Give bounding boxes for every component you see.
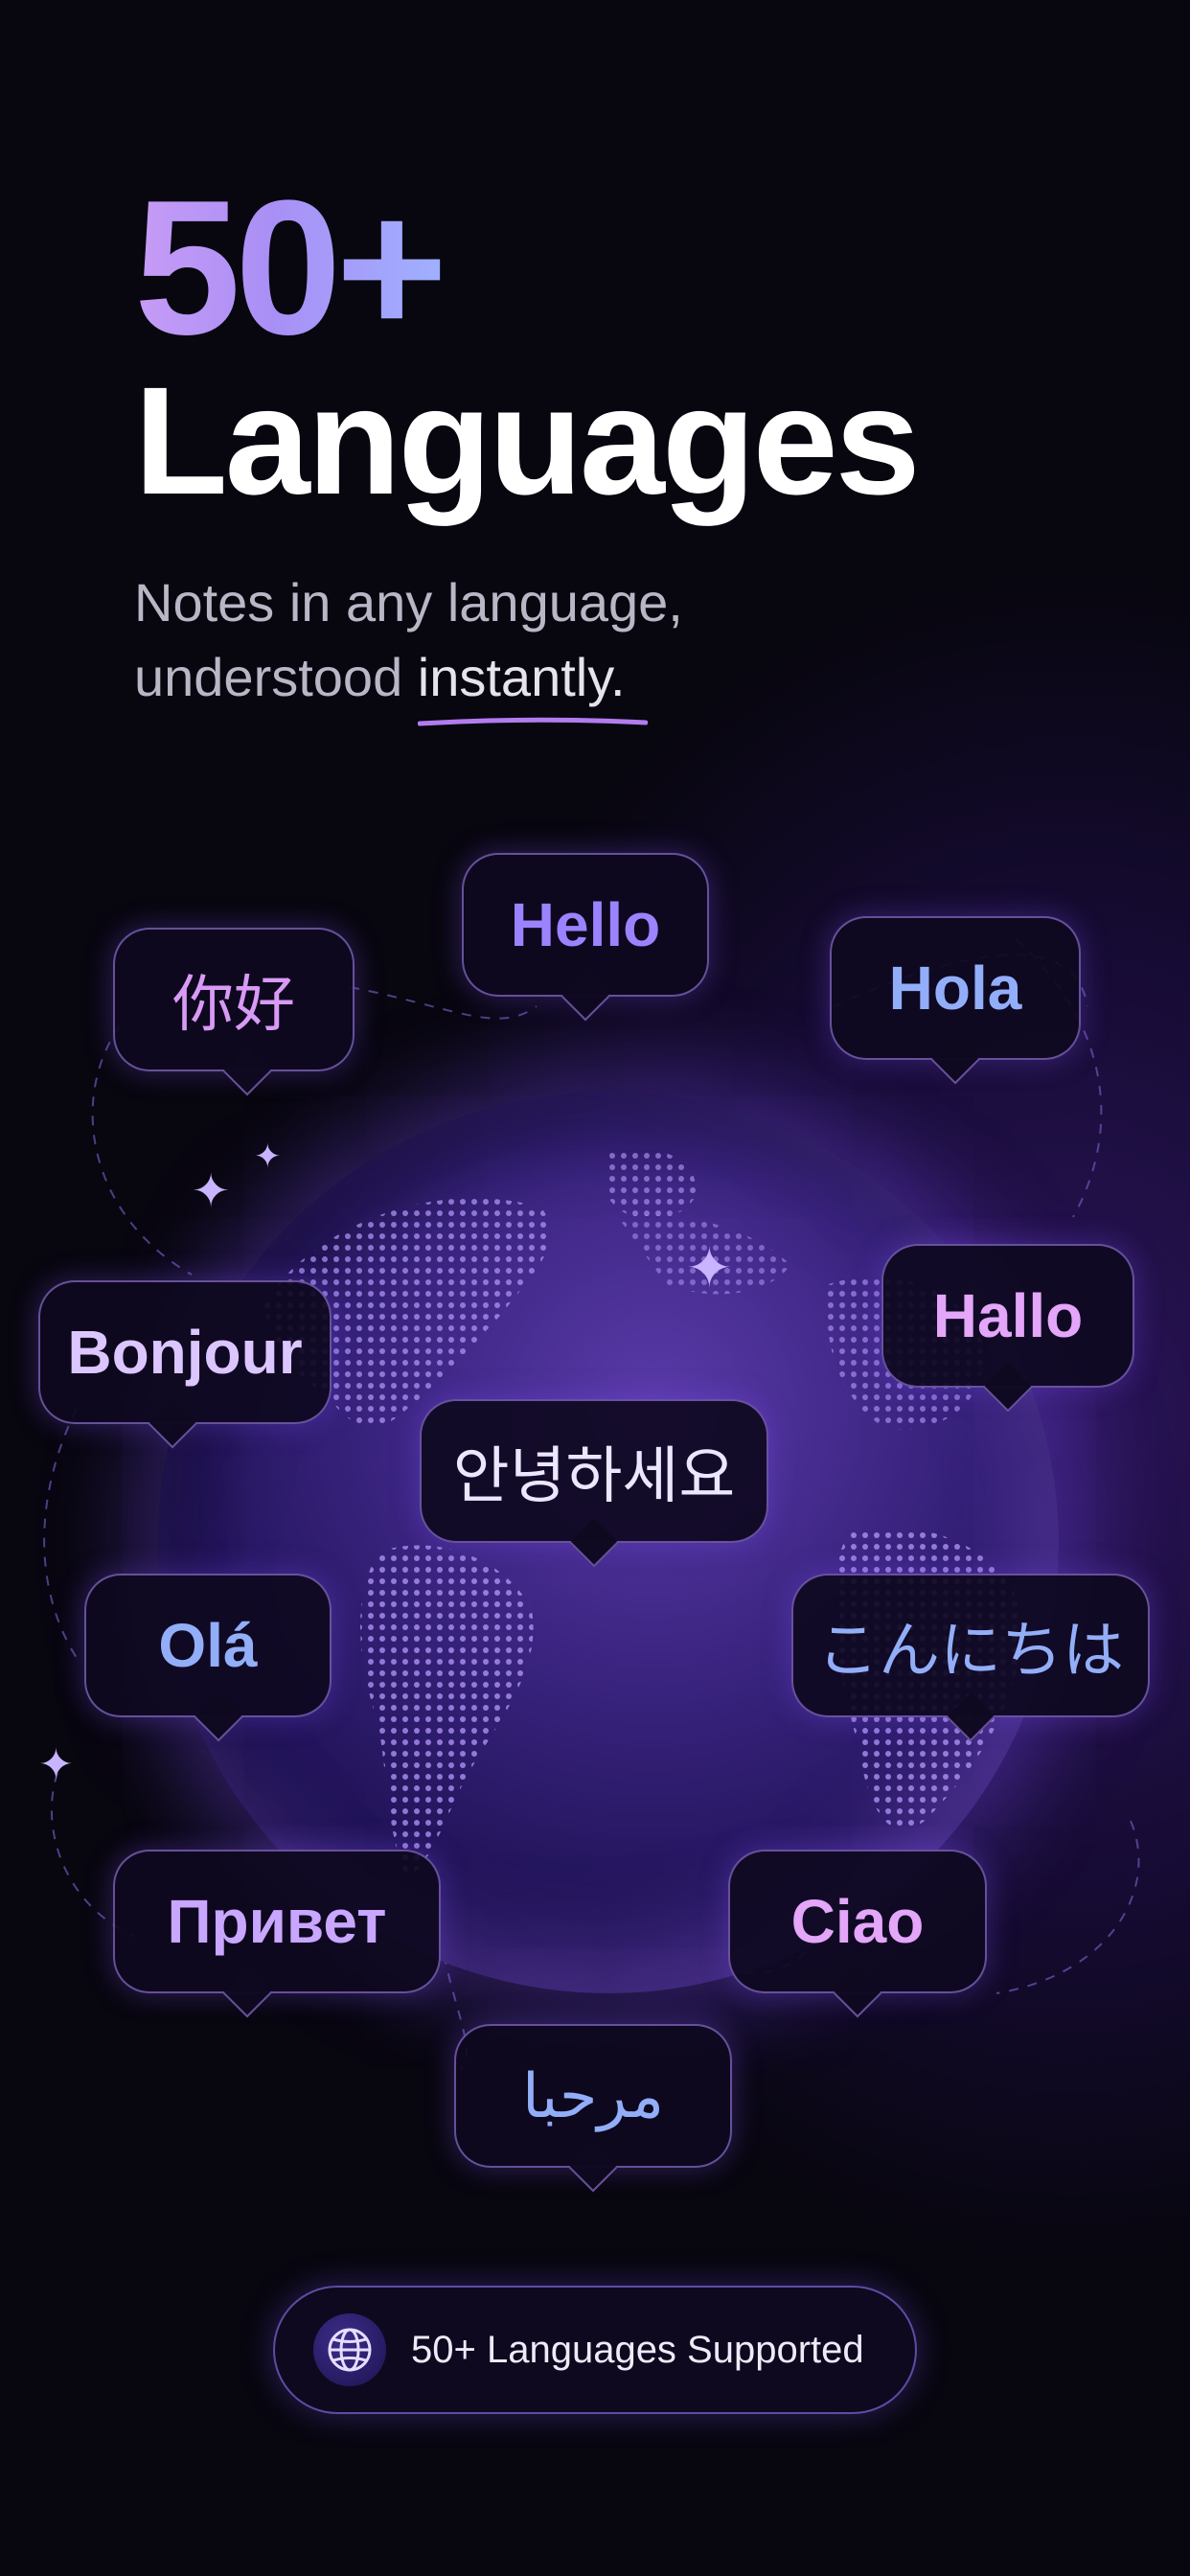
sparkle-icon: ✦	[192, 1166, 231, 1217]
bubble-arabic: مرحبا	[454, 2024, 732, 2168]
bubble-text: مرحبا	[522, 2060, 664, 2130]
title-word: Languages	[134, 355, 921, 526]
bubble-text: こんにちは	[817, 1616, 1124, 1685]
globe-icon	[313, 2313, 386, 2386]
bubble-korean: 안녕하세요	[420, 1399, 768, 1543]
sparkle-icon: ✦	[686, 1237, 733, 1300]
bubble-chinese: 你好	[113, 928, 355, 1071]
bubble-italian: Ciao	[728, 1850, 987, 1993]
bubble-french: Bonjour	[38, 1280, 332, 1424]
bubble-text: 你好	[172, 970, 295, 1039]
bubble-text: Hello	[510, 890, 661, 959]
bubble-text: Привет	[167, 1887, 387, 1956]
subtitle-line-1: Notes in any language,	[134, 572, 683, 632]
bubble-text: Olá	[158, 1611, 258, 1680]
subtitle-highlight-text: instantly.	[417, 647, 626, 707]
sparkle-icon: ✦	[38, 1741, 74, 1788]
bubble-english: Hello	[462, 853, 709, 997]
highlight-underline	[417, 717, 648, 726]
bubble-japanese: こんにちは	[791, 1574, 1150, 1717]
subtitle-line-2: understood	[134, 647, 418, 707]
title-number: 50+	[134, 161, 447, 375]
bubble-text: Bonjour	[67, 1318, 303, 1387]
bubble-spanish: Hola	[830, 916, 1081, 1060]
language-scene: ✦ ✦ ✦ ✦ 你好 Hello Hola Bonjour Hallo 안녕하세…	[0, 815, 1190, 2168]
subtitle: Notes in any language, understood instan…	[134, 565, 683, 726]
bubble-text: Hallo	[932, 1281, 1084, 1350]
badge-label: 50+ Languages Supported	[411, 2328, 864, 2371]
bubble-text: 안녕하세요	[452, 1441, 736, 1510]
subtitle-highlight: instantly.	[417, 640, 648, 726]
bubble-text: Ciao	[790, 1887, 925, 1956]
languages-supported-badge: 50+ Languages Supported	[273, 2286, 917, 2414]
sparkle-icon: ✦	[254, 1138, 282, 1175]
bubble-portuguese: Olá	[84, 1574, 332, 1717]
bubble-german: Hallo	[881, 1244, 1134, 1388]
bubble-text: Hola	[888, 954, 1022, 1023]
bubble-russian: Привет	[113, 1850, 441, 1993]
